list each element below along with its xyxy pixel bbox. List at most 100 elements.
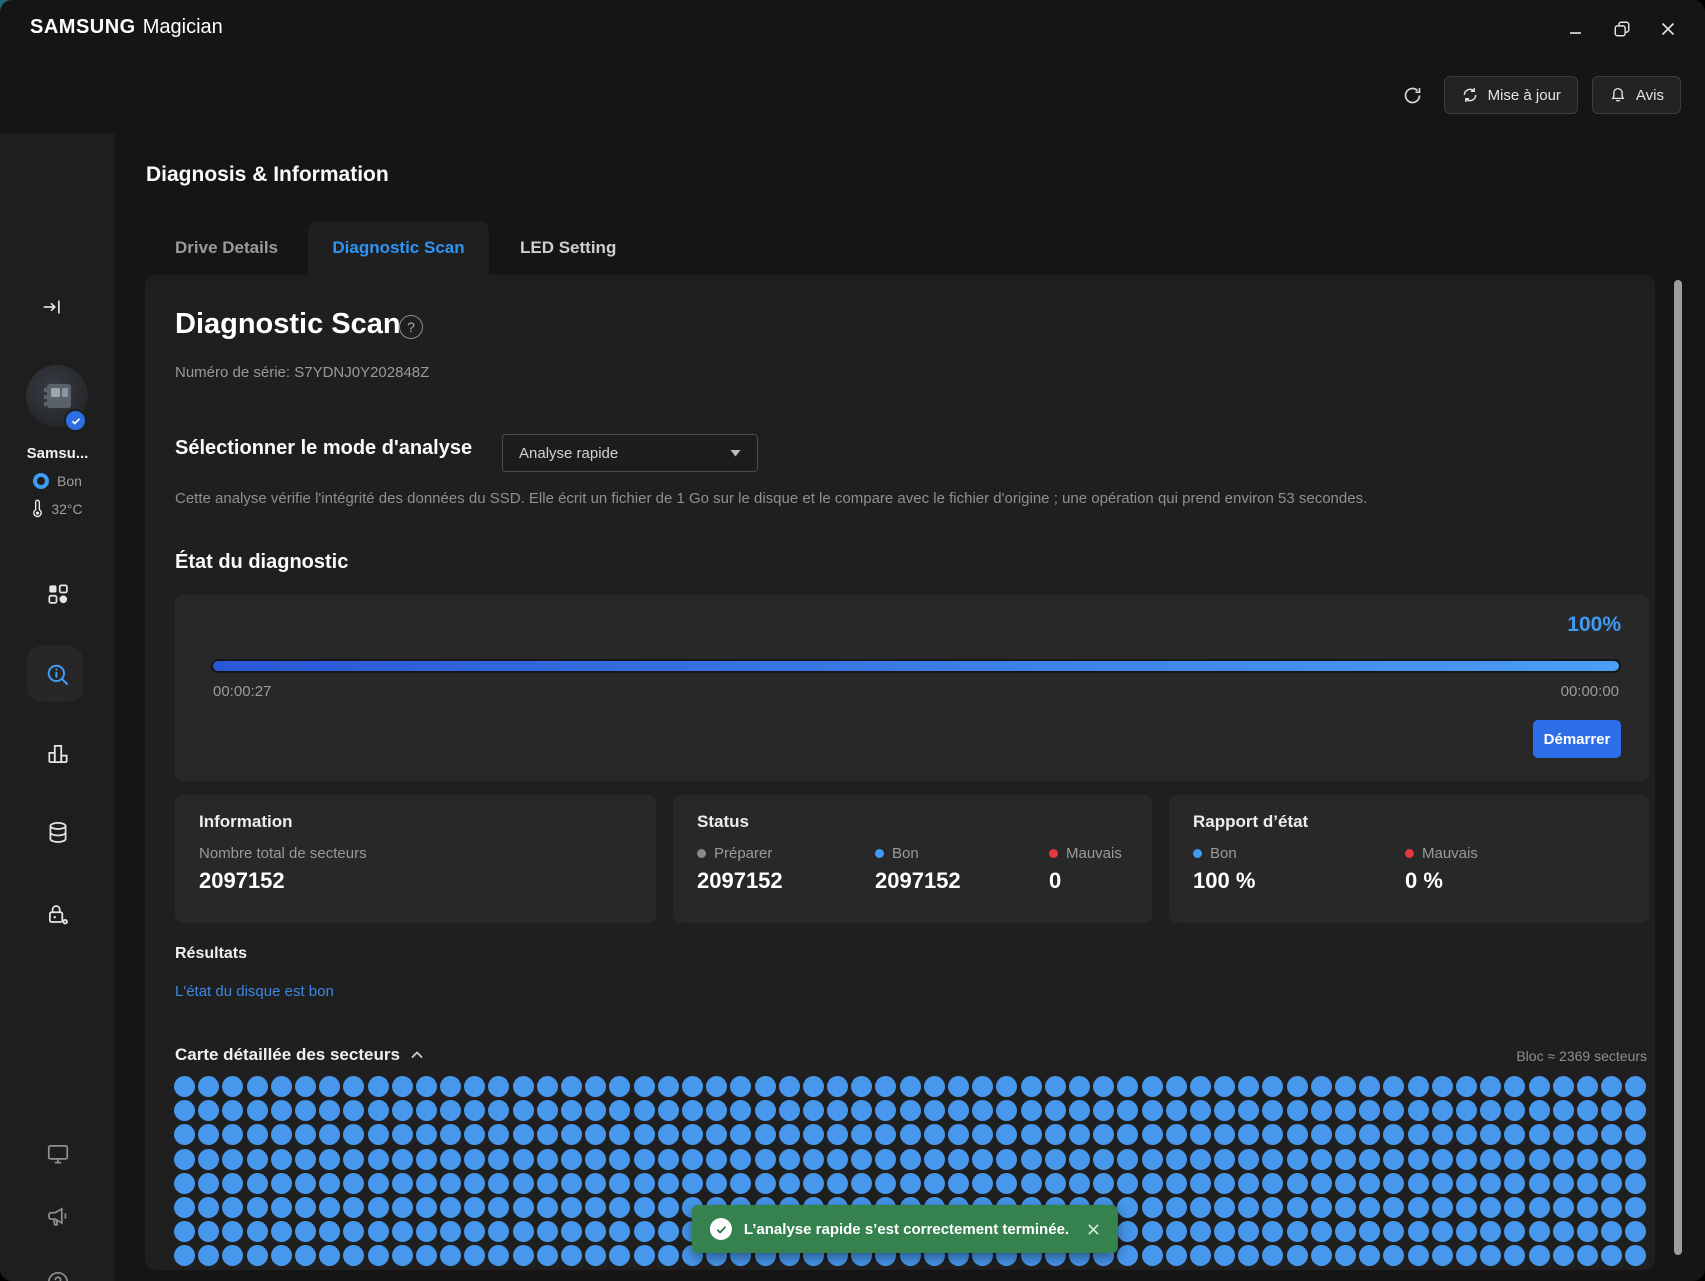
toolbar: Mise à jour Avis: [1396, 76, 1681, 114]
toast-close-icon[interactable]: [1087, 1223, 1100, 1236]
sector-dot: [1625, 1221, 1646, 1242]
sector-dot: [755, 1124, 776, 1145]
sector-dot: [440, 1076, 461, 1097]
sector-dot: [1383, 1100, 1404, 1121]
close-button[interactable]: [1657, 18, 1679, 40]
sector-dot: [682, 1100, 703, 1121]
sector-dot: [634, 1076, 655, 1097]
monitor-icon: [45, 1141, 71, 1167]
sidebar-item-help[interactable]: [0, 1269, 115, 1281]
sector-dot: [972, 1076, 993, 1097]
drive-temperature-row: 32°C: [0, 499, 115, 518]
sector-dot: [609, 1149, 630, 1170]
sector-dot: [1432, 1149, 1453, 1170]
sector-dot: [319, 1245, 340, 1266]
sector-dot: [1311, 1173, 1332, 1194]
sector-dot: [1190, 1076, 1211, 1097]
sector-dot: [440, 1245, 461, 1266]
start-button[interactable]: Démarrer: [1533, 720, 1621, 758]
sector-dot: [1408, 1100, 1429, 1121]
vertical-scrollbar[interactable]: [1674, 280, 1682, 1255]
sector-dot: [585, 1221, 606, 1242]
sidebar-item-announcements[interactable]: [0, 1204, 115, 1230]
scan-mode-label: Sélectionner le mode d'analyse: [175, 437, 472, 460]
sector-dot: [537, 1149, 558, 1170]
sector-dot: [561, 1100, 582, 1121]
tab-drive-details[interactable]: Drive Details: [175, 221, 278, 275]
sector-dot: [658, 1221, 679, 1242]
chevron-up-icon[interactable]: [410, 1050, 424, 1060]
sector-dot: [1117, 1149, 1138, 1170]
sector-dot: [1625, 1149, 1646, 1170]
update-button[interactable]: Mise à jour: [1444, 76, 1578, 114]
sector-dot: [1456, 1124, 1477, 1145]
sector-dot: [1335, 1124, 1356, 1145]
sidebar-expand-icon[interactable]: [38, 293, 66, 321]
sector-dot: [561, 1197, 582, 1218]
sector-dot: [1238, 1197, 1259, 1218]
sector-dot: [1383, 1149, 1404, 1170]
sector-dot: [1287, 1221, 1308, 1242]
drive-health-badge: [64, 409, 87, 432]
sector-dot: [996, 1076, 1017, 1097]
progress-bar: [211, 659, 1621, 673]
sidebar-item-dashboard[interactable]: [0, 581, 115, 607]
sector-dot: [198, 1197, 219, 1218]
update-button-label: Mise à jour: [1488, 87, 1561, 104]
sector-dot: [1069, 1076, 1090, 1097]
sector-dot: [851, 1149, 872, 1170]
sector-dot: [827, 1100, 848, 1121]
sidebar-item-diagnosis[interactable]: [0, 661, 115, 688]
sector-dot: [1190, 1197, 1211, 1218]
app-name-text: Magician: [143, 16, 223, 39]
scan-mode-select[interactable]: Analyse rapide: [502, 434, 758, 472]
sector-dot: [609, 1245, 630, 1266]
sector-dot: [1238, 1124, 1259, 1145]
sector-dot: [1262, 1100, 1283, 1121]
sector-dot: [561, 1149, 582, 1170]
notice-button[interactable]: Avis: [1592, 76, 1681, 114]
diagnosis-search-icon: [44, 661, 71, 688]
sector-dot: [1408, 1221, 1429, 1242]
sector-dot: [1287, 1245, 1308, 1266]
sector-dot: [537, 1245, 558, 1266]
sector-dot: [900, 1149, 921, 1170]
sector-dot: [1142, 1076, 1163, 1097]
refresh-icon[interactable]: [1396, 78, 1430, 112]
results-link[interactable]: L'état du disque est bon: [175, 983, 334, 1000]
tab-diagnostic-scan[interactable]: Diagnostic Scan: [308, 221, 489, 275]
tab-led-setting[interactable]: LED Setting: [520, 221, 616, 275]
sector-dot: [343, 1197, 364, 1218]
sector-dot: [948, 1173, 969, 1194]
help-circle-icon[interactable]: ?: [399, 315, 423, 339]
sector-dot: [803, 1124, 824, 1145]
sidebar-item-security[interactable]: [0, 902, 115, 928]
sector-dot: [1093, 1173, 1114, 1194]
sector-dot: [1456, 1173, 1477, 1194]
sector-dot: [343, 1245, 364, 1266]
results-heading: Résultats: [175, 945, 247, 963]
sector-dot: [198, 1221, 219, 1242]
sector-dot: [1529, 1124, 1550, 1145]
sector-dot: [319, 1173, 340, 1194]
sidebar-item-performance[interactable]: [0, 741, 115, 767]
restore-button[interactable]: [1611, 18, 1633, 40]
sector-dot: [755, 1100, 776, 1121]
sector-dot: [1577, 1197, 1598, 1218]
sidebar-item-system[interactable]: [0, 1141, 115, 1167]
minimize-button[interactable]: [1565, 18, 1587, 40]
sidebar-item-data-management[interactable]: [0, 820, 115, 846]
sector-dot: [1335, 1100, 1356, 1121]
drive-name[interactable]: Samsu...: [0, 445, 115, 462]
sector-dot: [634, 1173, 655, 1194]
sector-dot: [1335, 1245, 1356, 1266]
sector-dot: [779, 1124, 800, 1145]
sector-dot: [416, 1124, 437, 1145]
sector-dot: [343, 1076, 364, 1097]
sector-dot: [537, 1124, 558, 1145]
sector-dot: [392, 1221, 413, 1242]
sector-dot: [803, 1149, 824, 1170]
sector-dot: [1553, 1076, 1574, 1097]
megaphone-icon: [45, 1204, 71, 1230]
sector-dot: [1238, 1100, 1259, 1121]
